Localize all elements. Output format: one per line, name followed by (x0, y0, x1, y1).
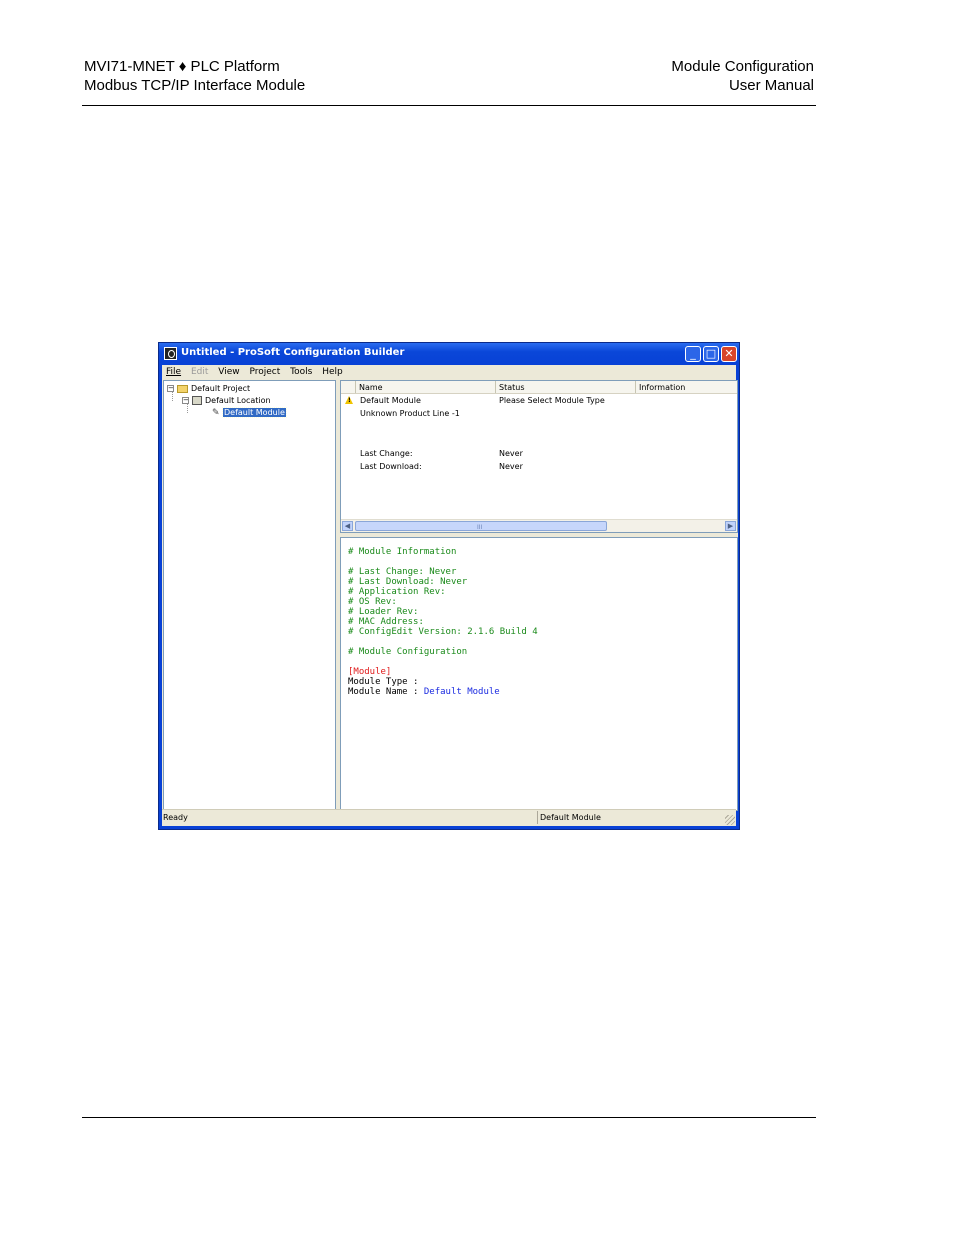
last-change-label: Last Change: (360, 449, 413, 458)
config-key: Module Name : (348, 687, 424, 697)
config-line: # MAC Address: (348, 617, 424, 627)
column-name[interactable]: Name (355, 381, 495, 393)
collapse-icon[interactable]: − (167, 385, 174, 392)
title-bar[interactable]: Untitled - ProSoft Configuration Builder… (159, 343, 739, 365)
module-wrench-icon: ✎ (212, 407, 220, 418)
module-list[interactable]: Name Status Information Default Module P… (340, 380, 738, 533)
app-window: Untitled - ProSoft Configuration Builder… (158, 342, 740, 830)
project-tree[interactable]: − Default Project − Default Location ✎ Defa… (163, 380, 336, 811)
folder-icon (177, 384, 188, 393)
window-title: Untitled - ProSoft Configuration Builder (181, 347, 405, 358)
config-line: # ConfigEdit Version: 2.1.6 Build 4 (348, 627, 538, 637)
config-line: # Last Change: Never (348, 567, 457, 577)
footer-rule (82, 1117, 816, 1118)
config-line: # Module Configuration (348, 647, 468, 657)
chapter-title: Module Configuration (671, 58, 814, 75)
config-line: Module Name : Default Module (348, 687, 500, 697)
scroll-thumb[interactable]: III (355, 521, 607, 531)
menu-edit: Edit (190, 367, 209, 377)
manual-title: User Manual (728, 77, 814, 94)
tree-label-module: Default Module (222, 407, 287, 418)
tree-item-module[interactable]: ✎ Default Module (212, 407, 287, 418)
last-download-value: Never (499, 462, 523, 471)
tree-label-location: Default Location (205, 396, 271, 405)
resize-grip-icon[interactable] (725, 815, 735, 825)
column-information[interactable]: Information (635, 381, 739, 393)
config-value: Default Module (423, 687, 500, 697)
row-status: Please Select Module Type (499, 396, 605, 405)
scroll-grip: III (477, 524, 483, 531)
config-line: # Module Information (348, 547, 457, 557)
menu-project[interactable]: Project (249, 365, 280, 379)
header-right: Module Configuration User Manual (671, 57, 814, 95)
last-download-label: Last Download: (360, 462, 422, 471)
horizontal-scrollbar[interactable]: ◀ III ▶ (341, 519, 737, 532)
warning-icon (345, 396, 353, 404)
maximize-button[interactable]: □ (703, 346, 719, 362)
app-icon[interactable] (164, 347, 177, 360)
scroll-right-icon[interactable]: ▶ (725, 521, 736, 531)
status-module: Default Module (540, 813, 601, 822)
client-area: File Edit View Project Tools Help − Defau… (162, 365, 738, 826)
status-text: Ready (163, 813, 188, 822)
tree-item-project[interactable]: − Default Project (167, 383, 250, 394)
config-text-view[interactable]: # Module Information # Last Change: Neve… (340, 537, 738, 811)
location-icon (192, 396, 202, 405)
status-separator (537, 811, 538, 824)
row-name[interactable]: Default Module (360, 396, 421, 406)
header-rule (82, 105, 816, 106)
close-button[interactable]: ✕ (721, 346, 737, 362)
config-line: # OS Rev: (348, 597, 397, 607)
config-line: Module Type : (348, 677, 419, 687)
collapse-icon[interactable]: − (182, 397, 189, 404)
product-subtitle: Modbus TCP/IP Interface Module (84, 77, 306, 94)
menu-view[interactable]: View (218, 365, 239, 379)
config-section: [Module] (348, 667, 392, 677)
product-title: MVI71-MNET ♦ PLC Platform (84, 58, 280, 75)
menu-file[interactable]: File (166, 365, 181, 379)
config-line: # Loader Rev: (348, 607, 419, 617)
menu-bar: File Edit View Project Tools Help (162, 365, 736, 379)
config-line: # Application Rev: (348, 587, 446, 597)
tree-item-location[interactable]: − Default Location (182, 395, 271, 406)
config-line: # Last Download: Never (348, 577, 468, 587)
product-line: Unknown Product Line -1 (360, 409, 460, 418)
header-left: MVI71-MNET ♦ PLC Platform Modbus TCP/IP … (84, 57, 305, 95)
menu-tools[interactable]: Tools (290, 365, 312, 379)
list-header: Name Status Information (341, 381, 737, 394)
column-status[interactable]: Status (495, 381, 635, 393)
minimize-button[interactable]: _ (685, 346, 701, 362)
menu-help[interactable]: Help (322, 365, 343, 379)
last-change-value: Never (499, 449, 523, 458)
document-header: MVI71-MNET ♦ PLC Platform Modbus TCP/IP … (84, 57, 814, 97)
status-bar: Ready Default Module (162, 809, 736, 826)
tree-label-project: Default Project (191, 384, 251, 393)
scroll-left-icon[interactable]: ◀ (342, 521, 353, 531)
